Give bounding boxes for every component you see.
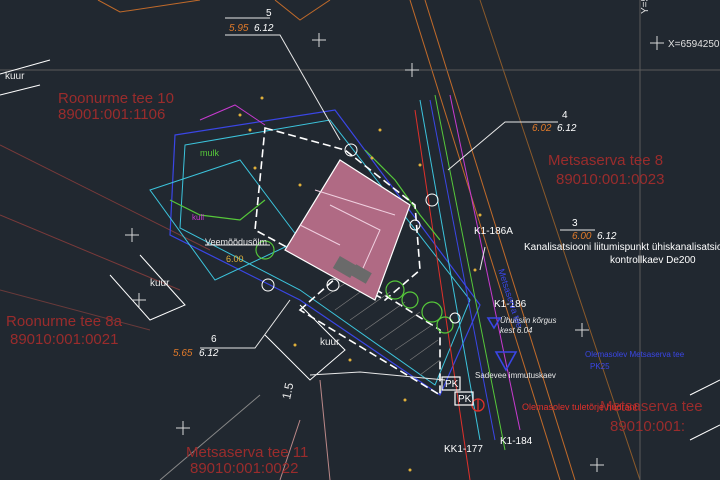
kuur-label-3: kuur xyxy=(5,71,25,82)
hydrant-label: Olemasolev tuletõrje hüdrant xyxy=(522,402,638,412)
well-kk1-177: KK1-177 xyxy=(444,444,483,455)
point-3-number: 3 xyxy=(572,218,578,229)
parcel-name-3: Roonurme tee 8a xyxy=(6,313,123,330)
point-4-number: 4 xyxy=(562,110,568,121)
kuur-label-1: kuur xyxy=(150,278,170,289)
point-4-level-a: 6.02 xyxy=(532,123,552,134)
point-5-number: 5 xyxy=(266,8,272,19)
x-coordinate-label: X=6594250 xyxy=(668,39,720,50)
kuur-label-2: kuur xyxy=(320,337,340,348)
point-6-number: 6 xyxy=(211,334,217,345)
parcel-id-3: 89010:001:0021 xyxy=(10,331,118,348)
point-3-level-a: 6.00 xyxy=(572,231,592,242)
veemoodusolm-level: 6.00 xyxy=(226,254,244,264)
pk-label-1: PK xyxy=(445,379,459,390)
dim-label: 1.5 xyxy=(279,381,296,401)
point-5-level-a: 5.95 xyxy=(229,23,249,34)
point-3-level-b: 6.12 xyxy=(597,231,617,242)
sewer-label-line2: kontrollkaev De200 xyxy=(610,255,696,266)
sewer-label-line1: Kanalisatsiooni liitumispunkt ühiskanali… xyxy=(524,242,720,253)
mulk-label: mulk xyxy=(200,148,220,158)
parcel-name-1: Roonurme tee 10 xyxy=(58,90,174,107)
parcel-name-2: Metsaserva tee 8 xyxy=(548,152,663,169)
parcel-id-5: 89010:001: xyxy=(610,418,685,435)
point-5-level-b: 6.12 xyxy=(254,23,274,34)
point-6-level-a: 5.65 xyxy=(173,348,193,359)
building-footprint xyxy=(284,159,411,301)
parcel-id-2: 89010:001:0023 xyxy=(556,171,664,188)
sadevee-label: Sadevee immutuskaev xyxy=(475,371,556,380)
pk-label-2: PK xyxy=(458,394,472,405)
point-callouts: 5 5.95 6.12 4 6.02 6.12 3 6.00 6.12 6 5.… xyxy=(173,8,617,359)
paving-hatch xyxy=(319,279,441,376)
well-k1-184: K1-184 xyxy=(500,436,533,447)
point-4-level-b: 6.12 xyxy=(557,123,577,134)
well-k1-186a: K1-186A xyxy=(474,226,513,237)
parcel-name-4: Metsaserva tee 11 xyxy=(186,444,308,461)
point-6-level-b: 6.12 xyxy=(199,348,219,359)
blue-note-line1: Olemasolev Metsaserva tee xyxy=(585,350,685,359)
cad-viewport[interactable]: X=6594250 Y=554 Roonurme tee 10 89001:00… xyxy=(0,0,720,480)
parcel-id-1: 89001:001:1106 xyxy=(58,106,165,123)
veemoodusolm-label: Veemõõdusõlm xyxy=(205,237,267,247)
kull-label: kull xyxy=(192,213,204,222)
blue-note-line2: PK25 xyxy=(590,362,610,371)
y-coordinate-label: Y=554 xyxy=(640,0,651,14)
parcel-id-4: 89010:001:0022 xyxy=(190,460,298,477)
ehulisiin-label-line1: Ühulisiin kõrgus xyxy=(500,316,556,325)
well-labels: K1-186A K1-186 K1-184 KK1-177 xyxy=(444,226,533,455)
drawing-canvas[interactable]: X=6594250 Y=554 Roonurme tee 10 89001:00… xyxy=(0,0,720,480)
